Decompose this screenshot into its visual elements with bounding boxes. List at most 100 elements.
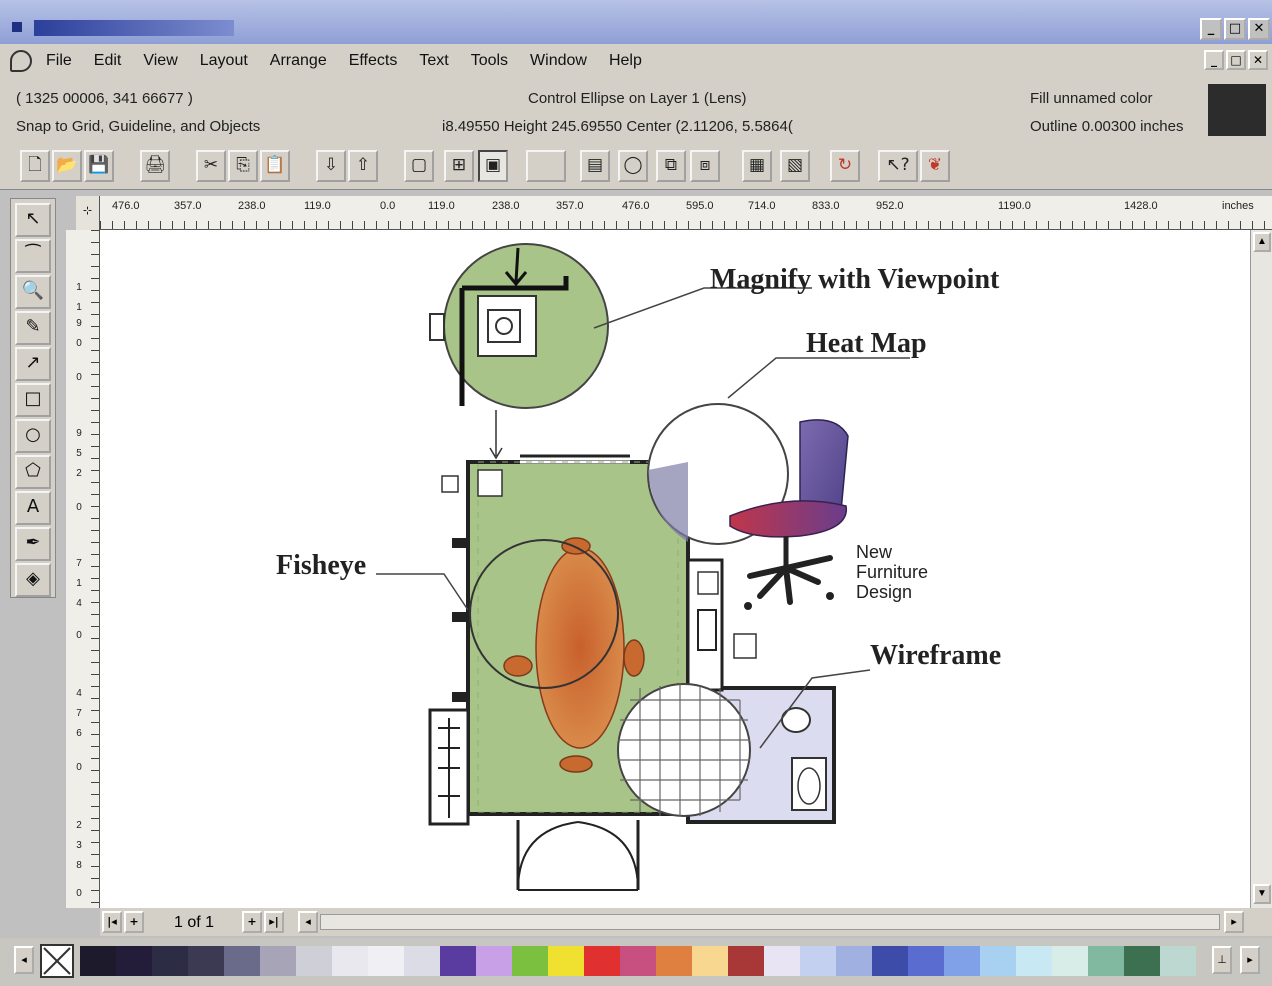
corel-tutor-icon[interactable]: ❦ [920, 150, 950, 182]
export-icon[interactable]: ⇧ [348, 150, 378, 182]
palette-swatch[interactable] [332, 946, 368, 976]
menu-view[interactable]: View [143, 52, 177, 70]
pick-tool-icon[interactable]: ↖ [15, 203, 51, 237]
scroll-up-button[interactable]: ▲ [1253, 232, 1271, 252]
palette-swatch[interactable] [404, 946, 440, 976]
group-icon[interactable]: ⧉ [656, 150, 686, 182]
copy-icon[interactable]: ⎘ [228, 150, 258, 182]
palette-expand-button[interactable]: ⊥ [1212, 946, 1232, 974]
menu-arrange[interactable]: Arrange [270, 52, 327, 70]
full-screen-preview-icon[interactable]: ▢ [404, 150, 434, 182]
close-button[interactable]: ✕ [1248, 18, 1270, 40]
freehand-tool-icon[interactable]: ✎ [15, 311, 51, 345]
first-page-button[interactable]: |◂ [102, 911, 122, 933]
palette-swatch[interactable] [1052, 946, 1088, 976]
palette-swatch[interactable] [872, 946, 908, 976]
fill-tool-icon[interactable]: ◈ [15, 563, 51, 597]
menu-file[interactable]: File [46, 52, 72, 70]
polygon-tool-icon[interactable]: ⬠ [15, 455, 51, 489]
palette-swatch[interactable] [656, 946, 692, 976]
palette-swatch[interactable] [296, 946, 332, 976]
ungroup-icon[interactable]: ⧈ [690, 150, 720, 182]
palette-swatch[interactable] [908, 946, 944, 976]
outline-tool-icon[interactable]: ✒ [15, 527, 51, 561]
palette-swatch[interactable] [764, 946, 800, 976]
palette-swatch[interactable] [260, 946, 296, 976]
new-icon[interactable]: 🗋 [20, 150, 50, 182]
palette-swatch[interactable] [548, 946, 584, 976]
palette-swatch[interactable] [476, 946, 512, 976]
save-icon[interactable]: 💾 [84, 150, 114, 182]
ellipse-tool-icon[interactable]: ○ [15, 419, 51, 453]
rectangle-tool-icon[interactable]: □ [15, 383, 51, 417]
minimize-button[interactable]: _ [1200, 18, 1222, 40]
menu-tools[interactable]: Tools [471, 52, 508, 70]
palette-swatch[interactable] [728, 946, 764, 976]
palette-swatch[interactable] [80, 946, 116, 976]
no-color-swatch[interactable] [40, 944, 74, 978]
zoom-tool-icon[interactable]: 🔍 [15, 275, 51, 309]
palette-swatch[interactable] [584, 946, 620, 976]
vertical-scrollbar[interactable]: ▲ ▼ [1250, 230, 1272, 908]
palette-swatch[interactable] [980, 946, 1016, 976]
palette-swatch[interactable] [836, 946, 872, 976]
palette-swatch[interactable] [152, 946, 188, 976]
scroll-down-button[interactable]: ▼ [1253, 884, 1271, 904]
palette-swatch[interactable] [512, 946, 548, 976]
drawing-canvas[interactable]: Magnify with Viewpoint Heat Map Fisheye … [100, 230, 1250, 908]
hscroll-right-button[interactable]: ▸ [1224, 911, 1244, 933]
palette-swatch[interactable] [692, 946, 728, 976]
palette-swatch[interactable] [440, 946, 476, 976]
palette-swatch[interactable] [1088, 946, 1124, 976]
palette-swatch[interactable] [620, 946, 656, 976]
hscroll-left-button[interactable]: ◂ [298, 911, 318, 933]
whats-this-icon[interactable]: ↖? [878, 150, 918, 182]
palette-swatch[interactable] [116, 946, 152, 976]
palette-swatch[interactable] [188, 946, 224, 976]
import-icon[interactable]: ⇩ [316, 150, 346, 182]
palette-swatch[interactable] [1016, 946, 1052, 976]
palette-swatch[interactable] [224, 946, 260, 976]
menu-text[interactable]: Text [419, 52, 448, 70]
palette-swatch[interactable] [1160, 946, 1196, 976]
print-icon[interactable]: 🖨 [140, 150, 170, 182]
menu-help[interactable]: Help [609, 52, 642, 70]
script-icon[interactable]: ↻ [830, 150, 860, 182]
palette-swatch[interactable] [800, 946, 836, 976]
shape-icon[interactable]: ◯ [618, 150, 648, 182]
object-properties-icon[interactable]: ▤ [580, 150, 610, 182]
cut-icon[interactable]: ✂ [196, 150, 226, 182]
symbols-icon[interactable]: ▧ [780, 150, 810, 182]
blank-button[interactable] [526, 150, 566, 182]
add-page-after-button[interactable]: + [242, 911, 262, 933]
vertical-ruler[interactable]: 1 1 9 0 0 9 5 2 0 7 1 4 0 4 7 6 0 2 3 8 … [66, 230, 100, 908]
ruler-origin-button[interactable]: ⊹ [76, 196, 100, 230]
paste-icon[interactable]: 📋 [260, 150, 290, 182]
doc-restore-button[interactable]: □ [1226, 50, 1246, 70]
open-icon[interactable]: 📂 [52, 150, 82, 182]
text-tool-icon[interactable]: A [15, 491, 51, 525]
palette-scroll-right-button[interactable]: ▸ [1240, 946, 1260, 974]
document-icon[interactable] [10, 50, 32, 72]
last-page-button[interactable]: ▸| [264, 911, 284, 933]
doc-minimize-button[interactable]: _ [1204, 50, 1224, 70]
menu-effects[interactable]: Effects [349, 52, 398, 70]
horizontal-scrollbar-track[interactable] [320, 914, 1220, 930]
add-page-before-button[interactable]: + [124, 911, 144, 933]
palette-swatch[interactable] [368, 946, 404, 976]
menu-window[interactable]: Window [530, 52, 587, 70]
maximize-button[interactable]: □ [1224, 18, 1246, 40]
menu-layout[interactable]: Layout [200, 52, 248, 70]
dimension-tool-icon[interactable]: ↗ [15, 347, 51, 381]
fill-color-swatch[interactable] [1208, 84, 1266, 136]
palette-scroll-left-button[interactable]: ◂ [14, 946, 34, 974]
wireframe-view-icon[interactable]: ⊞ [444, 150, 474, 182]
layers-icon[interactable]: ▦ [742, 150, 772, 182]
enhanced-view-icon[interactable]: ▣ [478, 150, 508, 182]
menu-edit[interactable]: Edit [94, 52, 122, 70]
palette-swatch[interactable] [1124, 946, 1160, 976]
shape-tool-icon[interactable]: ⁀ [15, 239, 51, 273]
horizontal-ruler[interactable]: 476.0 357.0 238.0 119.0 0.0 119.0 238.0 … [76, 196, 1272, 230]
doc-close-button[interactable]: ✕ [1248, 50, 1268, 70]
palette-swatch[interactable] [944, 946, 980, 976]
